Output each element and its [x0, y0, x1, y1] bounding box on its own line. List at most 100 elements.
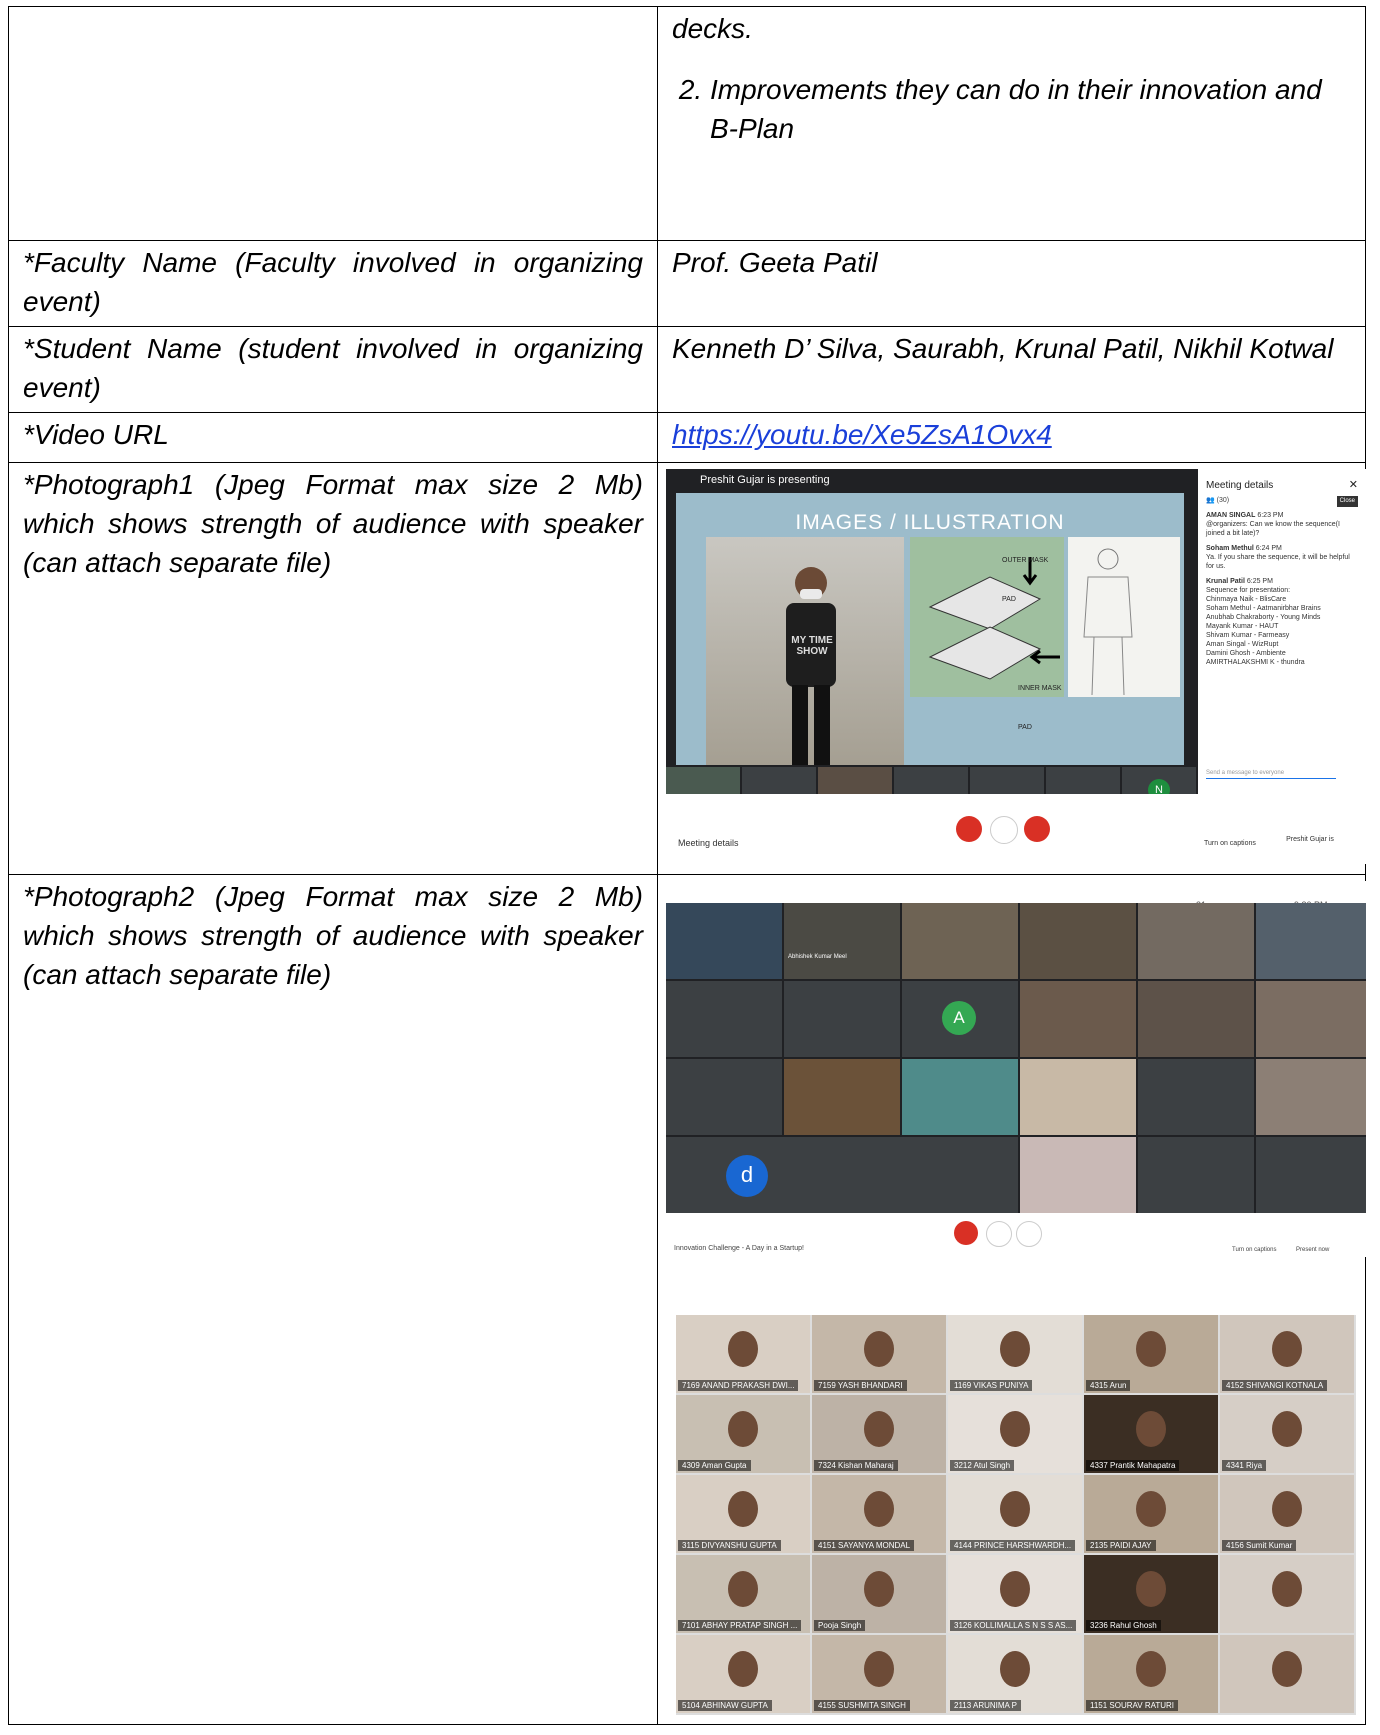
gallery-tile[interactable]: 4152 SHIVANGI KOTNALA [1220, 1315, 1354, 1393]
gallery-tile[interactable]: 7159 YASH BHANDARI [812, 1315, 946, 1393]
gallery-tile[interactable]: 3212 Atul Singh [948, 1395, 1082, 1473]
gallery-tile[interactable]: 4309 Aman Gupta [676, 1395, 810, 1473]
camera-off-button[interactable] [1024, 816, 1050, 842]
video-tile[interactable] [1020, 981, 1136, 1057]
gallery-tile[interactable]: 2113 ARUNIMA P [948, 1635, 1082, 1713]
mask-demo-photo: MY TIME SHOW [706, 537, 904, 765]
participant-silhouette [864, 1651, 894, 1687]
video-tile[interactable] [1256, 903, 1366, 979]
empty-cell [8, 6, 658, 241]
meeting-title: Innovation Challenge - A Day in a Startu… [674, 1245, 804, 1252]
video-tile[interactable] [902, 903, 1018, 979]
video-tile[interactable] [1020, 1137, 1136, 1213]
mic-off-button[interactable] [956, 816, 982, 842]
present-button[interactable]: Present now [1296, 1231, 1329, 1257]
video-tile[interactable] [666, 1059, 782, 1135]
mic-off-button[interactable] [954, 1221, 978, 1245]
presenter-button[interactable]: Preshit Gujar is presenting [1280, 820, 1340, 864]
gallery-name-tag: 5104 ABHINAW GUPTA [678, 1700, 772, 1711]
gallery-tile[interactable]: 4337 Prantik Mahapatra [1084, 1395, 1218, 1473]
participant-silhouette [1272, 1331, 1302, 1367]
gallery-name-tag: 4152 SHIVANGI KOTNALA [1222, 1380, 1328, 1391]
gallery-tile[interactable]: 4315 Arun [1084, 1315, 1218, 1393]
chat-message: AMAN SINGAL 6:23 PM @organizers: Can we k… [1206, 512, 1340, 537]
gallery-name-tag: 3212 Atul Singh [950, 1460, 1015, 1471]
video-tile[interactable] [1138, 1059, 1254, 1135]
participant-silhouette [1000, 1571, 1030, 1607]
participant-silhouette [1000, 1651, 1030, 1687]
gallery-name-tag: 3236 Rahul Ghosh [1086, 1620, 1161, 1631]
people-icon[interactable]: 👥 [1206, 497, 1215, 504]
video-tile[interactable] [1256, 981, 1366, 1057]
video-tile[interactable] [902, 1059, 1018, 1135]
gallery-tile[interactable]: 4144 PRINCE HARSHWARDH... [948, 1475, 1082, 1553]
gallery-name-tag: 4144 PRINCE HARSHWARDH... [950, 1540, 1076, 1551]
mask-pad-diagram: OUTER MASK PAD INNER MASK PAD [910, 537, 1064, 731]
close-tooltip: Close [1336, 496, 1358, 507]
gallery-tile[interactable]: 4341 Riya [1220, 1395, 1354, 1473]
presenting-banner: Preshit Gujar is presenting [700, 474, 830, 486]
close-icon[interactable]: ✕ [1349, 480, 1358, 491]
gallery-tile[interactable]: 4156 Sumit Kumar [1220, 1475, 1354, 1553]
captions-button[interactable]: Turn on captions [1232, 1231, 1276, 1257]
chat-input[interactable]: Send a message to everyone [1206, 769, 1336, 779]
gallery-name-tag: 3126 KOLLIMALLA S N S S AS... [950, 1620, 1077, 1631]
video-tile[interactable] [1138, 903, 1254, 979]
gallery-tile[interactable]: Pooja Singh [812, 1555, 946, 1633]
participant-silhouette [864, 1411, 894, 1447]
video-tile[interactable] [1138, 981, 1254, 1057]
gallery-tile[interactable]: 3236 Rahul Ghosh [1084, 1555, 1218, 1633]
camera-button[interactable] [1016, 1221, 1042, 1247]
event-details-table: decks. Improvements they can do in their… [8, 6, 1366, 1725]
video-tile[interactable] [1020, 1059, 1136, 1135]
participant-silhouette [864, 1571, 894, 1607]
end-call-button[interactable] [990, 816, 1018, 844]
sketch-drawing [1083, 548, 1133, 696]
gallery-tile[interactable]: 2135 PAIDI AJAY [1084, 1475, 1218, 1553]
gallery-tile[interactable]: 7169 ANAND PRAKASH DWI... [676, 1315, 810, 1393]
faculty-value: Prof. Geeta Patil [657, 240, 1366, 327]
gallery-name-tag: 4341 Riya [1222, 1460, 1267, 1471]
video-tile[interactable] [666, 903, 782, 979]
captions-button[interactable]: Turn on captions [1204, 824, 1256, 863]
gallery-name-tag: 4151 SAYANYA MONDAL [814, 1540, 915, 1551]
gallery-tile[interactable]: 4155 SUSHMITA SINGH [812, 1635, 946, 1713]
video-tile[interactable]: d [666, 1137, 1018, 1213]
gallery-tile[interactable]: 1169 VIKAS PUNIYA [948, 1315, 1082, 1393]
participant-silhouette [1272, 1571, 1302, 1607]
gallery-tile[interactable] [1220, 1635, 1354, 1713]
gallery-tile[interactable] [1220, 1555, 1354, 1633]
gallery-tile[interactable]: 7324 Kishan Maharaj [812, 1395, 946, 1473]
photo2-label: *Photograph2 (Jpeg Format max size 2 Mb)… [8, 874, 658, 1725]
meeting-details-button[interactable]: Meeting details [678, 824, 739, 863]
gallery-name-tag: 3115 DIVYANSHU GUPTA [678, 1540, 781, 1551]
gallery-tile[interactable]: 4151 SAYANYA MONDAL [812, 1475, 946, 1553]
video-link[interactable]: https://youtu.be/Xe5ZsA1Ovx4 [672, 419, 1052, 450]
gallery-name-tag: 7159 YASH BHANDARI [814, 1380, 907, 1391]
gallery-tile[interactable]: 1151 SOURAV RATURI [1084, 1635, 1218, 1713]
chat-message: Krunal Patil 6:25 PM Sequence for present… [1206, 578, 1321, 666]
gallery-tile[interactable]: 3126 KOLLIMALLA S N S S AS... [948, 1555, 1082, 1633]
participant-silhouette [864, 1491, 894, 1527]
gallery-tile[interactable]: 7101 ABHAY PRATAP SINGH ... [676, 1555, 810, 1633]
tile-name: Abhishek Kumar Meel [788, 954, 847, 960]
participant-silhouette [1272, 1411, 1302, 1447]
gallery-tile[interactable]: 5104 ABHINAW GUPTA [676, 1635, 810, 1713]
video-tile[interactable] [1256, 1137, 1366, 1213]
video-tile[interactable] [1020, 903, 1136, 979]
video-tile[interactable]: A [902, 981, 1018, 1057]
video-tile[interactable] [666, 981, 782, 1057]
gallery-tile[interactable]: 3115 DIVYANSHU GUPTA [676, 1475, 810, 1553]
video-label: *Video URL [8, 412, 658, 463]
end-call-button[interactable] [986, 1221, 1012, 1247]
participant-silhouette [1000, 1491, 1030, 1527]
video-tile[interactable] [784, 1059, 900, 1135]
meet-control-bar: Meeting details Turn on captions Preshit… [666, 794, 1366, 864]
video-tile[interactable]: Abhishek Kumar Meel [784, 903, 900, 979]
photograph2-meet-grid: 31 9:30 PM Abhishek Kumar Meel A [666, 881, 1366, 1257]
participant-silhouette [1000, 1411, 1030, 1447]
avatar: d [726, 1155, 768, 1197]
video-tile[interactable] [1138, 1137, 1254, 1213]
video-tile[interactable] [1256, 1059, 1366, 1135]
video-tile[interactable] [784, 981, 900, 1057]
